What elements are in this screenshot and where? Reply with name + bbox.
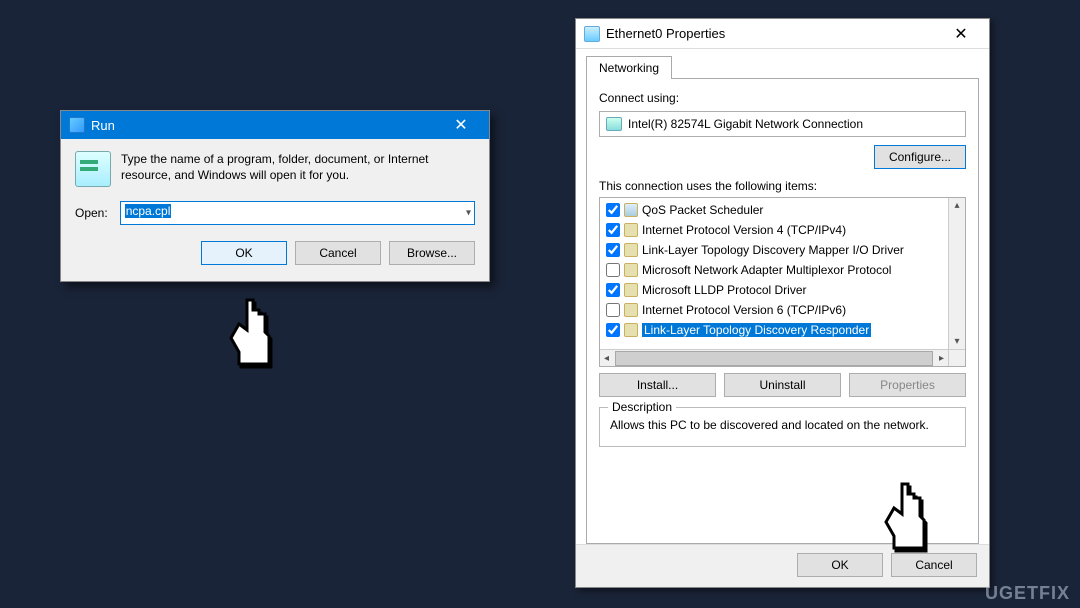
properties-title-bar[interactable]: Ethernet0 Properties ✕: [576, 19, 989, 49]
item-label: Link-Layer Topology Discovery Mapper I/O…: [642, 243, 904, 257]
tabstrip: Networking: [586, 55, 979, 78]
description-legend: Description: [608, 400, 676, 414]
run-body: Type the name of a program, folder, docu…: [61, 139, 489, 281]
watermark: UGETFIX: [985, 583, 1070, 604]
adapter-icon: [606, 117, 622, 131]
ok-button[interactable]: OK: [201, 241, 287, 265]
cancel-button[interactable]: Cancel: [891, 553, 977, 577]
close-icon[interactable]: ✕: [441, 111, 481, 139]
description-group: Description Allows this PC to be discove…: [599, 407, 966, 447]
run-title-text: Run: [91, 118, 115, 133]
protocol-icon: [624, 203, 638, 217]
properties-button: Properties: [849, 373, 966, 397]
adapter-name: Intel(R) 82574L Gigabit Network Connecti…: [628, 117, 863, 131]
scroll-thumb[interactable]: [615, 351, 933, 366]
item-checkbox[interactable]: [606, 243, 620, 257]
uninstall-button[interactable]: Uninstall: [724, 373, 841, 397]
adapter-field: Intel(R) 82574L Gigabit Network Connecti…: [599, 111, 966, 137]
protocol-icon: [624, 243, 638, 257]
list-item[interactable]: Internet Protocol Version 4 (TCP/IPv4): [600, 220, 965, 240]
run-help-text: Type the name of a program, folder, docu…: [121, 151, 475, 183]
vertical-scrollbar[interactable]: ▴ ▾: [948, 198, 965, 349]
item-checkbox[interactable]: [606, 203, 620, 217]
list-item[interactable]: Link-Layer Topology Discovery Mapper I/O…: [600, 240, 965, 260]
run-icon: [69, 117, 85, 133]
protocol-icon: [624, 283, 638, 297]
scroll-up-icon[interactable]: ▴: [954, 198, 959, 213]
connect-using-label: Connect using:: [599, 91, 966, 105]
cursor-icon: [225, 296, 283, 368]
scroll-left-icon[interactable]: ◂: [600, 353, 613, 364]
list-item[interactable]: Microsoft LLDP Protocol Driver: [600, 280, 965, 300]
browse-button[interactable]: Browse...: [389, 241, 475, 265]
properties-title-text: Ethernet0 Properties: [606, 26, 725, 41]
chevron-down-icon[interactable]: ▾: [466, 208, 471, 219]
cancel-button[interactable]: Cancel: [295, 241, 381, 265]
description-text: Allows this PC to be discovered and loca…: [610, 418, 955, 432]
item-checkbox[interactable]: [606, 283, 620, 297]
scrollbar-corner: [948, 349, 965, 366]
dialog-footer: OK Cancel: [576, 544, 989, 587]
item-checkbox[interactable]: [606, 223, 620, 237]
protocol-icon: [624, 223, 638, 237]
list-item[interactable]: Microsoft Network Adapter Multiplexor Pr…: [600, 260, 965, 280]
item-checkbox[interactable]: [606, 303, 620, 317]
item-checkbox[interactable]: [606, 263, 620, 277]
item-label: Internet Protocol Version 6 (TCP/IPv6): [642, 303, 846, 317]
tabpanel-networking: Connect using: Intel(R) 82574L Gigabit N…: [586, 78, 979, 544]
protocol-icon: [624, 303, 638, 317]
run-app-icon: [75, 151, 111, 187]
item-label: QoS Packet Scheduler: [642, 203, 763, 217]
ethernet-properties-dialog: Ethernet0 Properties ✕ Networking Connec…: [575, 18, 990, 588]
item-label: Link-Layer Topology Discovery Responder: [642, 323, 871, 337]
tab-networking[interactable]: Networking: [586, 56, 672, 79]
open-label: Open:: [75, 206, 108, 220]
horizontal-scrollbar[interactable]: ◂ ▸: [600, 349, 948, 366]
list-item[interactable]: Link-Layer Topology Discovery Responder: [600, 320, 965, 340]
item-label: Microsoft LLDP Protocol Driver: [642, 283, 807, 297]
configure-button[interactable]: Configure...: [874, 145, 966, 169]
item-label: Microsoft Network Adapter Multiplexor Pr…: [642, 263, 891, 277]
item-label: Internet Protocol Version 4 (TCP/IPv4): [642, 223, 846, 237]
list-item[interactable]: QoS Packet Scheduler: [600, 200, 965, 220]
open-combobox[interactable]: ncpa.cpl ▾: [120, 201, 475, 225]
run-title-bar[interactable]: Run ✕: [61, 111, 489, 139]
install-button[interactable]: Install...: [599, 373, 716, 397]
ok-button[interactable]: OK: [797, 553, 883, 577]
list-item[interactable]: Internet Protocol Version 6 (TCP/IPv6): [600, 300, 965, 320]
items-listbox[interactable]: QoS Packet Scheduler Internet Protocol Ve…: [599, 197, 966, 367]
protocol-icon: [624, 323, 638, 337]
run-dialog: Run ✕ Type the name of a program, folder…: [60, 110, 490, 282]
protocol-icon: [624, 263, 638, 277]
item-checkbox[interactable]: [606, 323, 620, 337]
network-icon: [584, 26, 600, 42]
close-icon[interactable]: ✕: [941, 24, 981, 44]
scroll-right-icon[interactable]: ▸: [935, 353, 948, 364]
open-input[interactable]: ncpa.cpl: [120, 201, 475, 225]
scroll-down-icon[interactable]: ▾: [954, 334, 959, 349]
items-label: This connection uses the following items…: [599, 179, 966, 193]
